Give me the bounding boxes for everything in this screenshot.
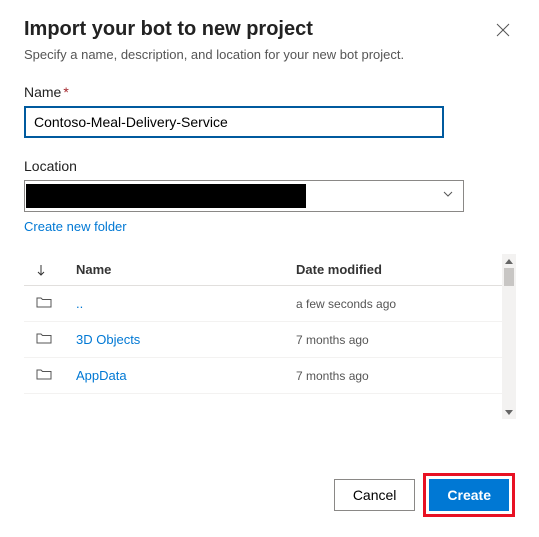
dialog-footer: Cancel Create [334, 473, 515, 517]
scrollbar[interactable] [502, 254, 516, 419]
folder-name-link[interactable]: .. [56, 296, 296, 311]
create-button-highlight: Create [423, 473, 515, 517]
close-button[interactable] [491, 18, 515, 42]
folder-icon [36, 332, 56, 347]
table-row[interactable]: AppData 7 months ago [24, 358, 516, 394]
scroll-thumb[interactable] [504, 268, 514, 286]
table-row[interactable]: 3D Objects 7 months ago [24, 322, 516, 358]
create-button[interactable]: Create [429, 479, 509, 511]
column-header-name[interactable]: Name [56, 262, 296, 277]
name-label: Name* [24, 84, 515, 100]
scroll-down-icon[interactable] [502, 405, 516, 419]
sort-icon[interactable] [36, 262, 56, 277]
row-date: 7 months ago [296, 333, 504, 347]
table-row[interactable]: .. a few seconds ago [24, 286, 516, 322]
row-date: a few seconds ago [296, 297, 504, 311]
location-dropdown[interactable] [24, 180, 464, 212]
location-label: Location [24, 158, 515, 174]
scroll-up-icon[interactable] [502, 254, 516, 268]
row-date: 7 months ago [296, 369, 504, 383]
dialog-subtitle: Specify a name, description, and locatio… [24, 47, 515, 62]
folder-name-link[interactable]: AppData [56, 368, 296, 383]
cancel-button[interactable]: Cancel [334, 479, 416, 511]
dialog-title: Import your bot to new project [24, 18, 313, 41]
folder-name-link[interactable]: 3D Objects [56, 332, 296, 347]
close-icon [496, 23, 510, 37]
file-table: Name Date modified .. a few seconds ago … [24, 254, 516, 419]
column-header-date[interactable]: Date modified [296, 262, 504, 277]
table-header: Name Date modified [24, 254, 516, 286]
folder-icon [36, 368, 56, 383]
folder-icon [36, 296, 56, 311]
required-asterisk: * [63, 84, 68, 100]
name-input[interactable] [24, 106, 444, 138]
create-new-folder-link[interactable]: Create new folder [24, 219, 127, 234]
